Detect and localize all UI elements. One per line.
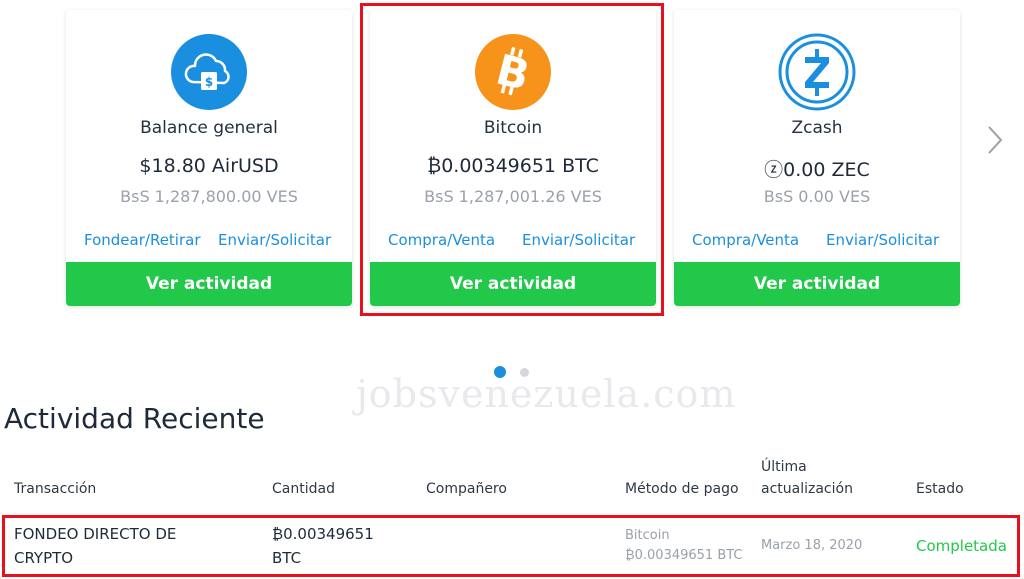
column-header-updated-line2: actualización: [761, 481, 853, 497]
amount-cell: ₿0.00349651 BTC: [272, 522, 374, 570]
balance-card-zcash: Zcash ⓩ0.00 ZEC BsS 0.00 VES Compra/Vent…: [674, 10, 960, 306]
balance-card-general: $ Balance general $18.80 AirUSD BsS 1,28…: [66, 10, 352, 306]
method-line2: ₿0.00349651 BTC: [625, 548, 743, 563]
amount-line1: ₿0.00349651: [272, 525, 374, 543]
svg-text:$: $: [205, 75, 213, 89]
amount-line2: BTC: [272, 549, 302, 567]
method-cell: Bitcoin ₿0.00349651 BTC: [625, 526, 743, 566]
transaction-line2: CRYPTO: [14, 549, 74, 567]
zcash-icon: [777, 32, 857, 112]
status-badge: Completada: [916, 537, 1007, 555]
card-title: Bitcoin: [483, 118, 543, 138]
card-balance: $18.80 AirUSD: [139, 155, 279, 177]
send-request-link[interactable]: Enviar/Solicitar: [218, 231, 331, 249]
card-title: Balance general: [140, 118, 278, 138]
watermark: jobsvenezuela.com: [356, 372, 737, 416]
column-header-amount: Cantidad: [272, 481, 335, 497]
recent-activity-title: Actividad Reciente: [4, 402, 265, 435]
card-ves-balance: BsS 0.00 VES: [763, 187, 871, 206]
column-header-status: Estado: [916, 481, 964, 497]
card-title: Zcash: [791, 118, 843, 138]
column-header-method: Método de pago: [625, 481, 739, 497]
column-header-transaction: Transacción: [14, 481, 97, 497]
buy-sell-link[interactable]: Compra/Venta: [388, 231, 495, 249]
card-balance: ⓩ0.00 ZEC: [764, 159, 870, 181]
card-ves-balance: BsS 1,287,800.00 VES: [120, 187, 298, 206]
table-row[interactable]: FONDEO DIRECTO DE CRYPTO ₿0.00349651 BTC…: [0, 512, 1024, 579]
balance-card-bitcoin: B Bitcoin ₿0.00349651 BTC BsS 1,287,001.…: [370, 10, 656, 306]
chevron-right-icon[interactable]: [984, 124, 1006, 156]
cloud-dollar-icon: $: [169, 32, 249, 112]
column-header-updated: Última actualización: [761, 456, 853, 500]
column-header-partner: Compañero: [426, 481, 507, 497]
method-line1: Bitcoin: [625, 528, 670, 543]
send-request-link[interactable]: Enviar/Solicitar: [522, 231, 635, 249]
card-balance: ₿0.00349651 BTC: [427, 155, 599, 177]
column-header-updated-line1: Última: [761, 459, 807, 475]
buy-sell-link[interactable]: Compra/Venta: [692, 231, 799, 249]
transaction-cell: FONDEO DIRECTO DE CRYPTO: [14, 522, 176, 570]
updated-cell: Marzo 18, 2020: [761, 538, 863, 553]
deposit-withdraw-link[interactable]: Fondear/Retirar: [84, 231, 201, 249]
view-activity-button[interactable]: Ver actividad: [674, 262, 960, 306]
view-activity-button[interactable]: Ver actividad: [66, 262, 352, 306]
bitcoin-icon: B: [473, 32, 553, 112]
card-ves-balance: BsS 1,287,001.26 VES: [424, 187, 602, 206]
send-request-link[interactable]: Enviar/Solicitar: [826, 231, 939, 249]
view-activity-button[interactable]: Ver actividad: [370, 262, 656, 306]
transaction-line1: FONDEO DIRECTO DE: [14, 525, 177, 543]
